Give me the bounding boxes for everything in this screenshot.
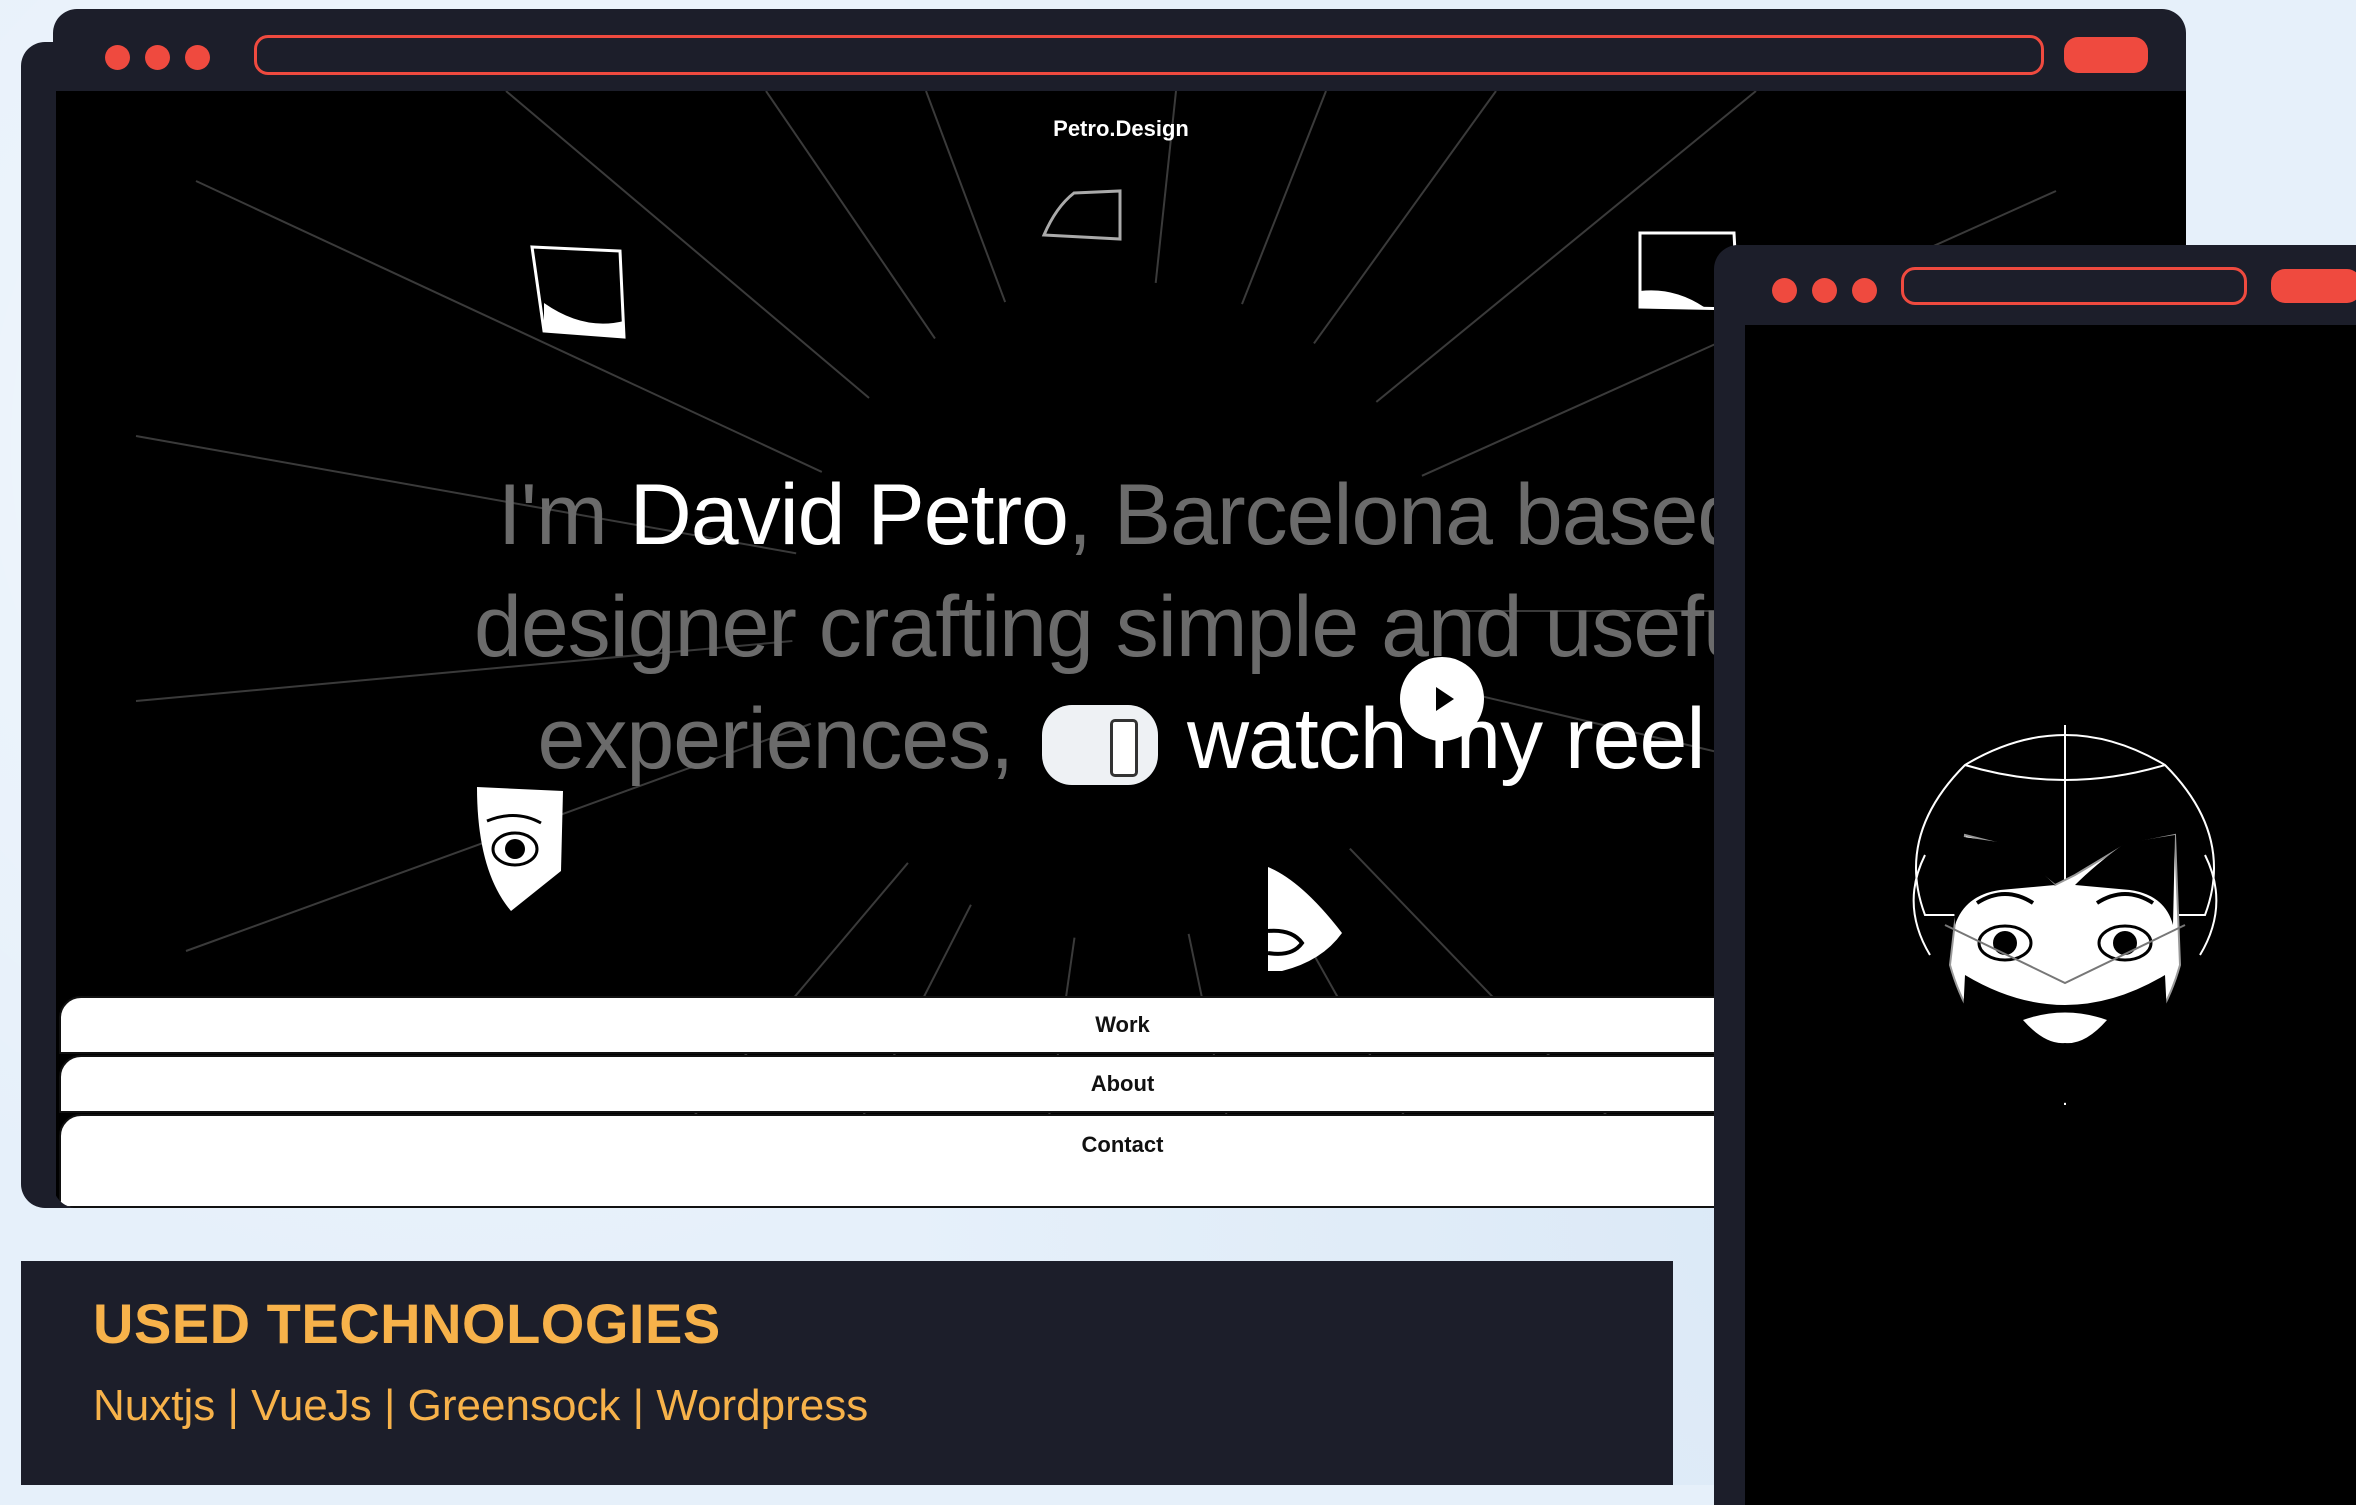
mobile-browser-window [1714,245,2356,1505]
browser-action-button[interactable] [2064,37,2148,73]
nose-fragment-icon [1267,867,1342,971]
reel-thumbnail-icon[interactable] [1042,705,1159,786]
close-dot-icon[interactable] [1772,278,1797,303]
browser-action-button[interactable] [2271,269,2356,303]
technologies-panel: USED TECHNOLOGIES Nuxtjs | VueJs | Green… [21,1261,1673,1485]
play-icon[interactable] [1400,657,1484,741]
close-dot-icon[interactable] [105,45,130,70]
eye-fragment-icon [477,787,563,911]
minimize-dot-icon[interactable] [1812,278,1837,303]
hero-intro: I'm [497,467,630,563]
maximize-dot-icon[interactable] [1852,278,1877,303]
address-bar[interactable] [1901,267,2247,305]
site-logo[interactable]: Petro.Design [56,116,2186,142]
hero-name: David Petro [629,467,1069,563]
face-fragment-top-icon [1041,189,1122,241]
face-fragment-icon [530,245,626,339]
technologies-title: USED TECHNOLOGIES [93,1292,721,1355]
technologies-list: Nuxtjs | VueJs | Greensock | Wordpress [93,1381,869,1430]
mobile-viewport [1745,325,2356,1505]
minimize-dot-icon[interactable] [145,45,170,70]
address-bar[interactable] [254,35,2044,75]
browser-chrome [53,9,2186,91]
hero-experiences: experiences, [537,691,1037,787]
hero-location: , Barcelona based [1067,467,1745,563]
bearded-face-illustration-icon [1912,725,2218,1105]
maximize-dot-icon[interactable] [185,45,210,70]
